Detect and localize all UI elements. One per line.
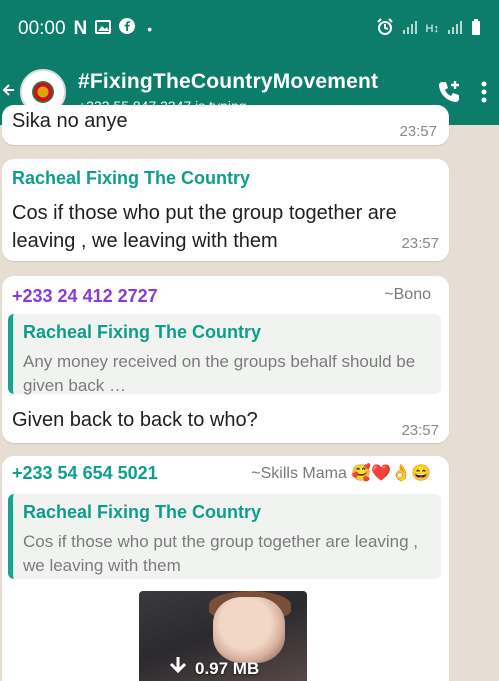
message-bubble[interactable]: Racheal Fixing The Country Cos if those … <box>2 159 449 261</box>
quoted-message[interactable]: Racheal Fixing The Country Any money rec… <box>8 314 441 395</box>
download-icon <box>169 656 187 681</box>
group-title: #FixingTheCountryMovement <box>78 69 379 93</box>
netflix-icon: N <box>73 18 88 39</box>
sender-phone[interactable]: +233 24 412 2727 <box>12 286 158 307</box>
quoted-message[interactable]: Racheal Fixing The Country Cos if those … <box>8 494 441 579</box>
signal-icon-2 <box>447 20 463 39</box>
message-bubble[interactable]: +233 24 412 2727 ~Bono Racheal Fixing Th… <box>2 276 449 443</box>
quoted-text: Any money received on the groups behalf … <box>23 352 416 395</box>
quoted-sender: Racheal Fixing The Country <box>23 502 262 522</box>
message-bubble[interactable]: Sika no anye 23:57 <box>2 105 449 145</box>
gallery-icon <box>95 18 112 40</box>
signal-icon-1 <box>402 20 418 39</box>
data-icon: H↕ <box>425 23 439 35</box>
message-time: 23:57 <box>401 422 439 439</box>
sender-handle: ~Skills Mama 🥰❤️👌😄 <box>251 465 431 482</box>
message-bubble[interactable]: +233 54 654 5021 ~Skills Mama 🥰❤️👌😄 Rach… <box>2 456 449 681</box>
back-arrow-icon[interactable] <box>0 80 16 103</box>
battery-icon <box>471 18 481 40</box>
sender-name[interactable]: Racheal Fixing The Country <box>12 168 250 189</box>
notification-dot: • <box>147 21 153 37</box>
add-call-icon[interactable] <box>429 79 469 105</box>
chat-area[interactable]: Sika no anye 23:57 Racheal Fixing The Co… <box>0 105 499 681</box>
message-time: 23:57 <box>401 235 439 252</box>
status-bar: 00:00 N • H↕ <box>0 0 499 58</box>
clock: 00:00 <box>18 18 66 39</box>
sender-handle: ~Bono <box>384 286 431 303</box>
message-text: Given back to back to who? <box>12 409 258 431</box>
sender-phone[interactable]: +233 54 654 5021 <box>12 463 158 484</box>
message-text: Cos if those who put the group together … <box>12 202 397 252</box>
thumbnail-face <box>213 597 285 663</box>
facebook-icon <box>119 18 136 40</box>
more-options-icon[interactable] <box>469 81 499 103</box>
download-button[interactable]: 0.97 MB <box>169 656 259 681</box>
message-text: Sika no anye <box>12 110 128 132</box>
video-thumbnail[interactable]: 0.97 MB <box>139 591 307 681</box>
quoted-sender: Racheal Fixing The Country <box>23 322 262 342</box>
media-size: 0.97 MB <box>195 658 260 678</box>
alarm-icon <box>376 17 394 41</box>
message-time: 23:57 <box>399 123 437 140</box>
quoted-text: Cos if those who put the group together … <box>23 532 419 575</box>
